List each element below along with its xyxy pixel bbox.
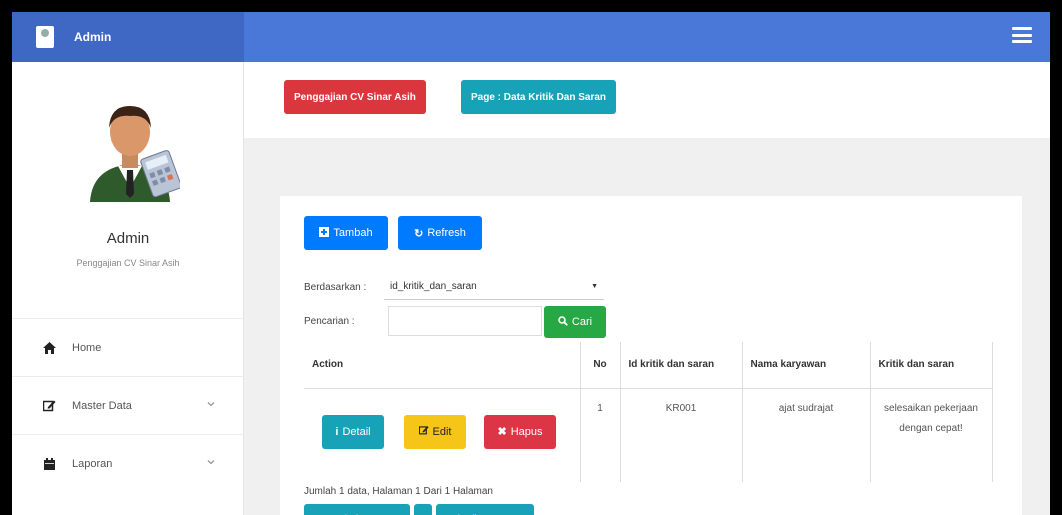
sidebar-item-laporan[interactable]: Laporan	[12, 434, 244, 492]
page-1-button[interactable]: 1	[414, 504, 432, 515]
column-header[interactable]: Kritik dan saran	[870, 342, 993, 389]
hapus-label: Hapus	[510, 425, 543, 438]
user-name: Admin	[106, 230, 150, 247]
edit-icon	[42, 399, 56, 413]
pencarian-label: Pencarian :	[304, 316, 355, 327]
berdasarkan-value: id_kritik_dan_saran	[390, 281, 477, 292]
avatar	[80, 94, 182, 202]
cell-nama: ajat sudrajat	[742, 388, 871, 482]
column-header[interactable]: Id kritik dan saran	[620, 342, 743, 389]
dropdown-arrow-icon: ▼	[591, 283, 598, 290]
edit-button[interactable]: Edit	[404, 414, 466, 449]
search-input[interactable]	[388, 306, 542, 336]
refresh-icon: ↻	[414, 227, 424, 240]
sidebar-item-master-data[interactable]: Master Data	[12, 376, 244, 434]
table-row: i Detail Edit ✖ Hapus 1 KR001 ajat sudra…	[304, 388, 993, 483]
breadcrumb-app[interactable]: Penggajian CV Sinar Asih	[284, 80, 426, 114]
pagination-summary: Jumlah 1 data, Halaman 1 Dari 1 Halaman	[304, 486, 493, 497]
berdasarkan-select[interactable]: id_kritik_dan_saran ▼	[384, 274, 604, 300]
next-page-button[interactable]: berikutnya »	[436, 504, 534, 515]
cari-label: Cari	[571, 316, 593, 328]
edit-label: Edit	[432, 425, 452, 438]
logo-icon	[36, 26, 54, 48]
edit-icon	[418, 425, 429, 438]
detail-label: Detail	[342, 425, 371, 438]
table-header-row: Action No Id kritik dan saran Nama karya…	[304, 342, 993, 389]
cell-kritik: selesaikan pekerjaan dengan cepat!	[870, 388, 993, 482]
user-subtitle: Penggajian CV Sinar Asih	[76, 258, 180, 268]
plus-square-icon	[319, 226, 330, 240]
cell-no: 1	[580, 388, 621, 482]
chevron-down-icon	[207, 402, 215, 407]
action-buttons: i Detail Edit ✖ Hapus	[304, 388, 560, 483]
sidebar-item-label: Home	[72, 341, 102, 354]
close-icon: ✖	[497, 426, 507, 438]
cell-id: KR001	[620, 388, 743, 482]
tambah-label: Tambah	[333, 227, 373, 239]
refresh-label: Refresh	[427, 227, 466, 239]
info-icon: i	[335, 425, 339, 438]
search-icon	[558, 315, 568, 329]
chevron-down-icon	[207, 460, 215, 465]
sidebar-item-label: Master Data	[72, 399, 132, 412]
content-card: Tambah ↻ Refresh Berdasarkan : id_kritik…	[280, 196, 1022, 515]
detail-button[interactable]: i Detail	[322, 414, 384, 449]
column-header[interactable]: Action	[304, 342, 581, 389]
hamburger-menu-icon[interactable]	[1012, 27, 1032, 43]
column-header[interactable]: No	[580, 342, 621, 389]
berdasarkan-label: Berdasarkan :	[304, 282, 367, 293]
data-table: Action No Id kritik dan saran Nama karya…	[304, 342, 993, 483]
prev-page-button[interactable]: « sebelumnya	[304, 504, 410, 515]
column-header[interactable]: Nama karyawan	[742, 342, 871, 389]
sidebar-item-home[interactable]: Home	[12, 318, 244, 376]
home-icon	[42, 341, 56, 355]
main-content: Penggajian CV Sinar Asih Page : Data Kri…	[244, 62, 1050, 515]
sidebar: Admin Penggajian CV Sinar Asih Home Mast…	[12, 62, 244, 515]
hapus-button[interactable]: ✖ Hapus	[484, 414, 556, 449]
calendar-icon	[42, 457, 56, 471]
action-cell: i Detail Edit ✖ Hapus	[304, 388, 581, 483]
cari-button[interactable]: Cari	[544, 306, 606, 338]
breadcrumb: Penggajian CV Sinar Asih Page : Data Kri…	[244, 62, 1050, 138]
top-navbar: Admin	[12, 12, 1050, 62]
refresh-button[interactable]: ↻ Refresh	[398, 216, 482, 250]
app-window: Admin Admin Penggajian CV Sinar Asih Hom…	[12, 12, 1050, 515]
brand-title: Admin	[74, 30, 112, 44]
sidebar-item-label: Laporan	[72, 457, 113, 470]
breadcrumb-page[interactable]: Page : Data Kritik Dan Saran	[461, 80, 617, 114]
tambah-button[interactable]: Tambah	[304, 216, 388, 250]
brand[interactable]: Admin	[12, 12, 244, 62]
